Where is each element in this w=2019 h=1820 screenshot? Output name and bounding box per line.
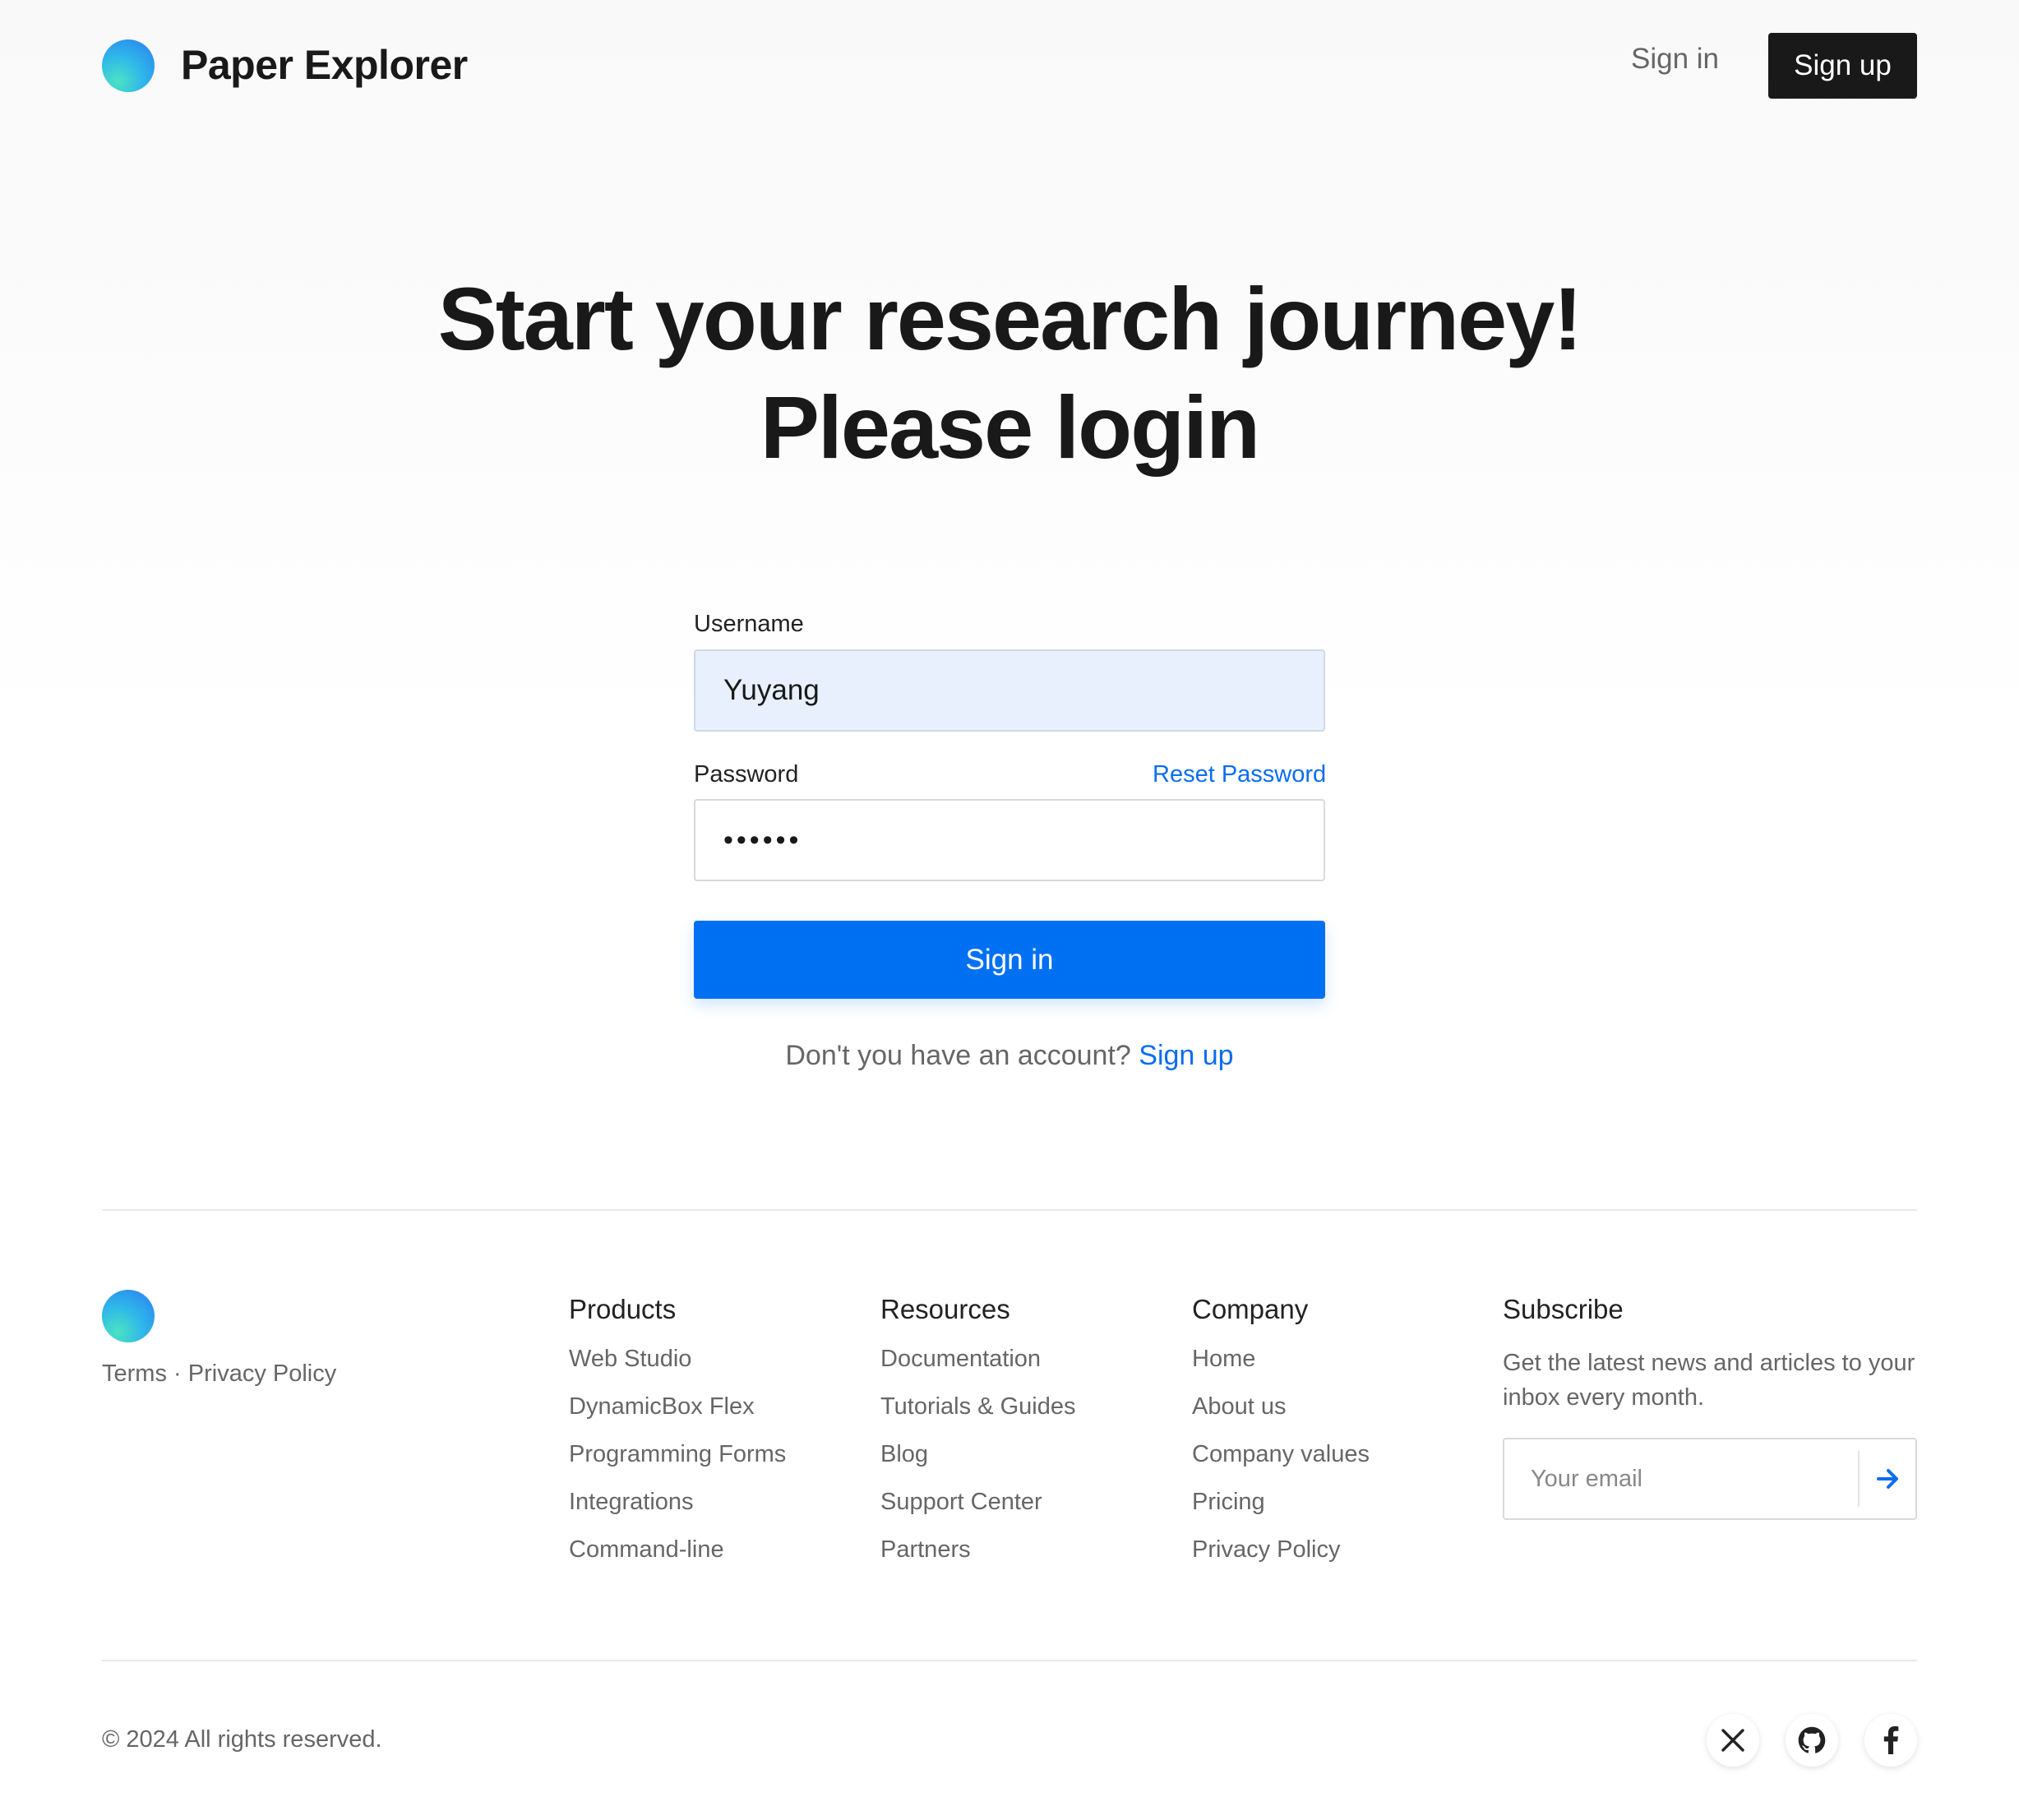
- subscribe-divider: [1858, 1451, 1860, 1507]
- footer-legal-links: Terms · Privacy Policy: [102, 1360, 336, 1388]
- footer-link-partners[interactable]: Partners: [880, 1536, 971, 1564]
- footer-link-integrations[interactable]: Integrations: [569, 1489, 694, 1516]
- x-social-button[interactable]: [1707, 1714, 1759, 1767]
- footer-link-support-center[interactable]: Support Center: [880, 1489, 1042, 1516]
- footer-link-dynamicbox-flex[interactable]: DynamicBox Flex: [569, 1393, 755, 1420]
- copyright: © 2024 All rights reserved.: [102, 1726, 382, 1753]
- footer-link-about-us[interactable]: About us: [1192, 1393, 1286, 1420]
- no-account-prompt: Don't you have an account? Sign up: [0, 1040, 2019, 1072]
- sign-up-link[interactable]: Sign up: [1139, 1040, 1233, 1071]
- subscribe-description: Get the latest news and articles to your…: [1503, 1350, 1915, 1411]
- github-social-button[interactable]: [1786, 1714, 1838, 1767]
- no-account-text: Don't you have an account?: [785, 1040, 1131, 1071]
- sign-in-button[interactable]: Sign in: [694, 921, 1325, 999]
- footer-link-programming-forms[interactable]: Programming Forms: [569, 1441, 786, 1468]
- footer-heading-resources: Resources: [880, 1294, 1010, 1324]
- header-sign-up-button[interactable]: Sign up: [1768, 33, 1917, 99]
- facebook-social-button[interactable]: [1864, 1714, 1917, 1767]
- footer-divider-top: [102, 1209, 1917, 1211]
- footer-link-web-studio[interactable]: Web Studio: [569, 1346, 691, 1373]
- footer-heading-subscribe: Subscribe: [1503, 1294, 1624, 1324]
- username-value: Yuyang: [723, 674, 820, 706]
- reset-password-link[interactable]: Reset Password: [1153, 761, 1326, 788]
- footer-link-home[interactable]: Home: [1192, 1346, 1255, 1373]
- footer-link-tutorials-guides[interactable]: Tutorials & Guides: [880, 1393, 1075, 1420]
- footer-divider-bottom: [102, 1660, 1917, 1661]
- footer-link-blog[interactable]: Blog: [880, 1441, 928, 1468]
- password-mask: ••••••: [723, 825, 802, 856]
- page-title-line2: Please login: [760, 377, 1260, 477]
- page-title-line1: Start your research journey!: [437, 269, 1583, 368]
- footer-heading-company: Company: [1192, 1294, 1309, 1324]
- username-label: Username: [694, 611, 804, 637]
- page-title: Start your research journey! Please logi…: [0, 265, 2019, 482]
- footer-logo-icon[interactable]: [102, 1290, 155, 1342]
- footer-link-command-line[interactable]: Command-line: [569, 1536, 724, 1564]
- arrow-right-icon: [1877, 1469, 1898, 1489]
- terms-link[interactable]: Terms: [102, 1360, 167, 1387]
- footer-link-documentation[interactable]: Documentation: [880, 1346, 1041, 1373]
- footer-link-privacy-policy[interactable]: Privacy Policy: [1192, 1536, 1341, 1564]
- subscribe-email-input[interactable]: [1506, 1441, 1855, 1517]
- privacy-policy-link[interactable]: Privacy Policy: [188, 1360, 337, 1387]
- password-input[interactable]: ••••••: [694, 799, 1325, 881]
- subscribe-form: [1503, 1438, 1917, 1520]
- brand-name[interactable]: Paper Explorer: [181, 41, 468, 89]
- footer-link-pricing[interactable]: Pricing: [1192, 1489, 1265, 1516]
- x-icon: [1721, 1729, 1744, 1752]
- header-sign-in-link[interactable]: Sign in: [1611, 43, 1739, 76]
- username-input[interactable]: Yuyang: [694, 649, 1325, 732]
- facebook-icon: [1883, 1726, 1899, 1754]
- footer-heading-products: Products: [569, 1294, 677, 1324]
- brand-logo-icon[interactable]: [102, 39, 155, 92]
- password-label: Password: [694, 761, 799, 788]
- legal-separator: ·: [173, 1360, 182, 1387]
- subscribe-submit-button[interactable]: [1861, 1439, 1915, 1518]
- footer-link-company-values[interactable]: Company values: [1192, 1441, 1370, 1468]
- github-icon: [1798, 1726, 1826, 1753]
